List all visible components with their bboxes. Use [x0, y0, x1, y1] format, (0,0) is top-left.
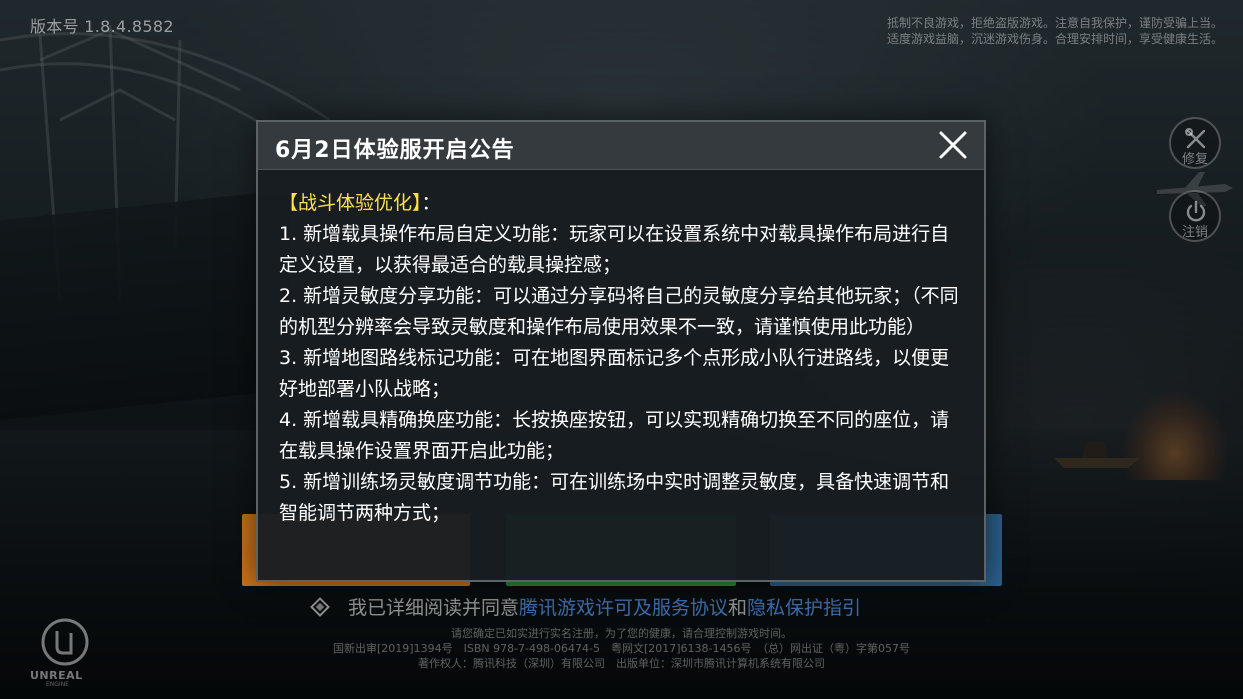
- repair-button[interactable]: 修复: [1169, 117, 1221, 169]
- dialog-title: 6月2日体验服开启公告: [275, 138, 515, 163]
- notice-item: 1. 新增载具操作布局自定义功能：玩家可以在设置系统中对载具操作布局进行自定义设…: [279, 223, 950, 276]
- section-heading-colon: ：: [421, 192, 441, 214]
- section-heading: 【战斗体验优化】：: [279, 188, 964, 219]
- unreal-logo-subtext: ENGINE: [46, 681, 69, 688]
- footer-line: 著作权人：腾讯科技（深圳）有限公司 出版单位：深圳市腾讯计算机系统有限公司: [418, 657, 825, 670]
- footer-legal: 请您确定已如实进行实名注册，为了您的健康，请合理控制游戏时间。 国新出审[201…: [0, 626, 1243, 671]
- notice-item: 5. 新增训练场灵敏度调节功能：可在训练场中实时调整灵敏度，具备快速调节和智能调…: [279, 471, 950, 524]
- privacy-policy-link[interactable]: 隐私保护指引: [747, 593, 861, 620]
- version-label: 版本号 1.8.4.8582: [30, 17, 174, 36]
- notice-item: 3. 新增地图路线标记功能：可在地图界面标记多个点形成小队行进路线，以便更好地部…: [279, 347, 950, 400]
- close-button[interactable]: [936, 128, 970, 162]
- footer-line: 请您确定已如实进行实名注册，为了您的健康，请合理控制游戏时间。: [451, 627, 792, 640]
- logout-label: 注销: [1181, 225, 1208, 240]
- footer-line: 国新出审[2019]1394号 ISBN 978-7-498-06474-5 粤…: [333, 642, 910, 655]
- service-agreement-link[interactable]: 腾讯游戏许可及服务协议: [519, 593, 728, 620]
- agree-checkbox[interactable]: [310, 596, 330, 617]
- notice-item: 2. 新增灵敏度分享功能：可以通过分享码将自己的灵敏度分享给其他玩家；（不同的机…: [279, 285, 959, 338]
- agreement-row: 我已详细阅读并同意 腾讯游戏许可及服务协议 和 隐私保护指引: [310, 593, 861, 620]
- dialog-body: 【战斗体验优化】： 1. 新增载具操作布局自定义功能：玩家可以在设置系统中对载具…: [279, 188, 964, 529]
- notice-item: 4. 新增载具精确换座功能：长按换座按钮，可以实现精确切换至不同的座位，请在载具…: [279, 409, 950, 462]
- announcement-dialog: 6月2日体验服开启公告 【战斗体验优化】： 1. 新增载具操作布局自定义功能：玩…: [256, 120, 986, 582]
- dialog-header: 6月2日体验服开启公告: [258, 122, 984, 170]
- logout-button[interactable]: 注销: [1169, 190, 1221, 242]
- health-notice-line: 抵制不良游戏，拒绝盗版游戏。注意自我保护，谨防受骗上当。: [886, 16, 1223, 30]
- agreement-prefix: 我已详细阅读并同意: [348, 597, 520, 619]
- unreal-engine-logo: UNREAL ENGINE: [30, 617, 100, 688]
- repair-label: 修复: [1181, 152, 1208, 167]
- section-heading-text: 【战斗体验优化】: [279, 192, 422, 214]
- agreement-joiner: 和: [728, 597, 748, 619]
- health-notice: 抵制不良游戏，拒绝盗版游戏。注意自我保护，谨防受骗上当。 适度游戏益脑，沉迷游戏…: [843, 15, 1223, 47]
- close-icon: [939, 131, 967, 159]
- health-notice-line: 适度游戏益脑，沉迷游戏伤身。合理安排时间，享受健康生活。: [886, 32, 1223, 46]
- unreal-logo-icon: [41, 618, 89, 666]
